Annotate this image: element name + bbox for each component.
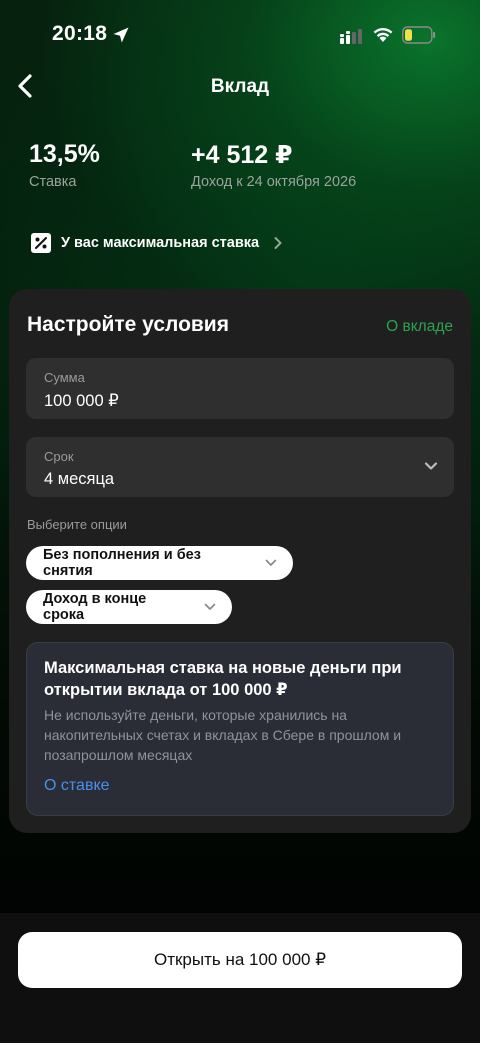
option-chip-payout[interactable]: Доход в конце срока <box>26 590 232 624</box>
chevron-down-icon <box>265 559 277 566</box>
term-value: 4 месяца <box>44 470 115 488</box>
percent-badge-icon <box>31 233 51 253</box>
sum-label: Сумма <box>44 370 85 385</box>
max-rate-promo[interactable]: У вас максимальная ставка <box>31 231 283 255</box>
promo-text: У вас максимальная ставка <box>61 235 260 251</box>
info-title: Максимальная ставка на новые деньги при … <box>44 659 402 699</box>
term-label: Срок <box>44 449 74 464</box>
income-value: +4 512 ₽ <box>191 141 293 169</box>
card-title: Настройте условия <box>27 313 229 336</box>
sum-value: 100 000 ₽ <box>44 392 119 410</box>
rate-label: Ставка <box>29 174 77 190</box>
open-deposit-button[interactable]: Открыть на 100 000 ₽ <box>18 932 462 988</box>
rate-value: 13,5% <box>29 140 100 168</box>
chip-label: Без пополнения и без снятия <box>43 547 201 579</box>
income-label: Доход к 24 октября 2026 <box>191 174 357 190</box>
about-rate-link[interactable]: О ставке <box>44 777 110 795</box>
status-bar: 20:18 <box>0 0 480 70</box>
term-select[interactable]: Срок 4 месяца <box>26 437 454 497</box>
max-rate-info: Максимальная ставка на новые деньги при … <box>26 642 454 816</box>
sum-field[interactable]: Сумма 100 000 ₽ <box>26 358 454 419</box>
chevron-down-icon <box>204 603 216 610</box>
cellular-signal-icon <box>340 29 362 44</box>
chevron-down-icon <box>424 462 438 470</box>
info-text: Не используйте деньги, которые хранились… <box>44 707 402 763</box>
battery-icon <box>402 26 436 44</box>
option-chip-replenishment[interactable]: Без пополнения и без снятия <box>26 546 293 580</box>
status-time: 20:18 <box>52 22 108 45</box>
chip-label: Доход в конце срока <box>43 591 147 623</box>
about-deposit-link[interactable]: О вкладе <box>386 318 453 336</box>
page-title: Вклад <box>210 76 270 97</box>
wifi-icon <box>373 27 393 42</box>
screen: 20:18 Вклад 13,5% Ставка +4 512 ₽ Доход … <box>0 0 480 1043</box>
location-arrow-icon <box>113 27 129 43</box>
options-label: Выберите опции <box>27 517 127 532</box>
chevron-right-icon <box>274 237 282 249</box>
conditions-card: Настройте условия О вкладе Сумма 100 000… <box>9 289 471 833</box>
